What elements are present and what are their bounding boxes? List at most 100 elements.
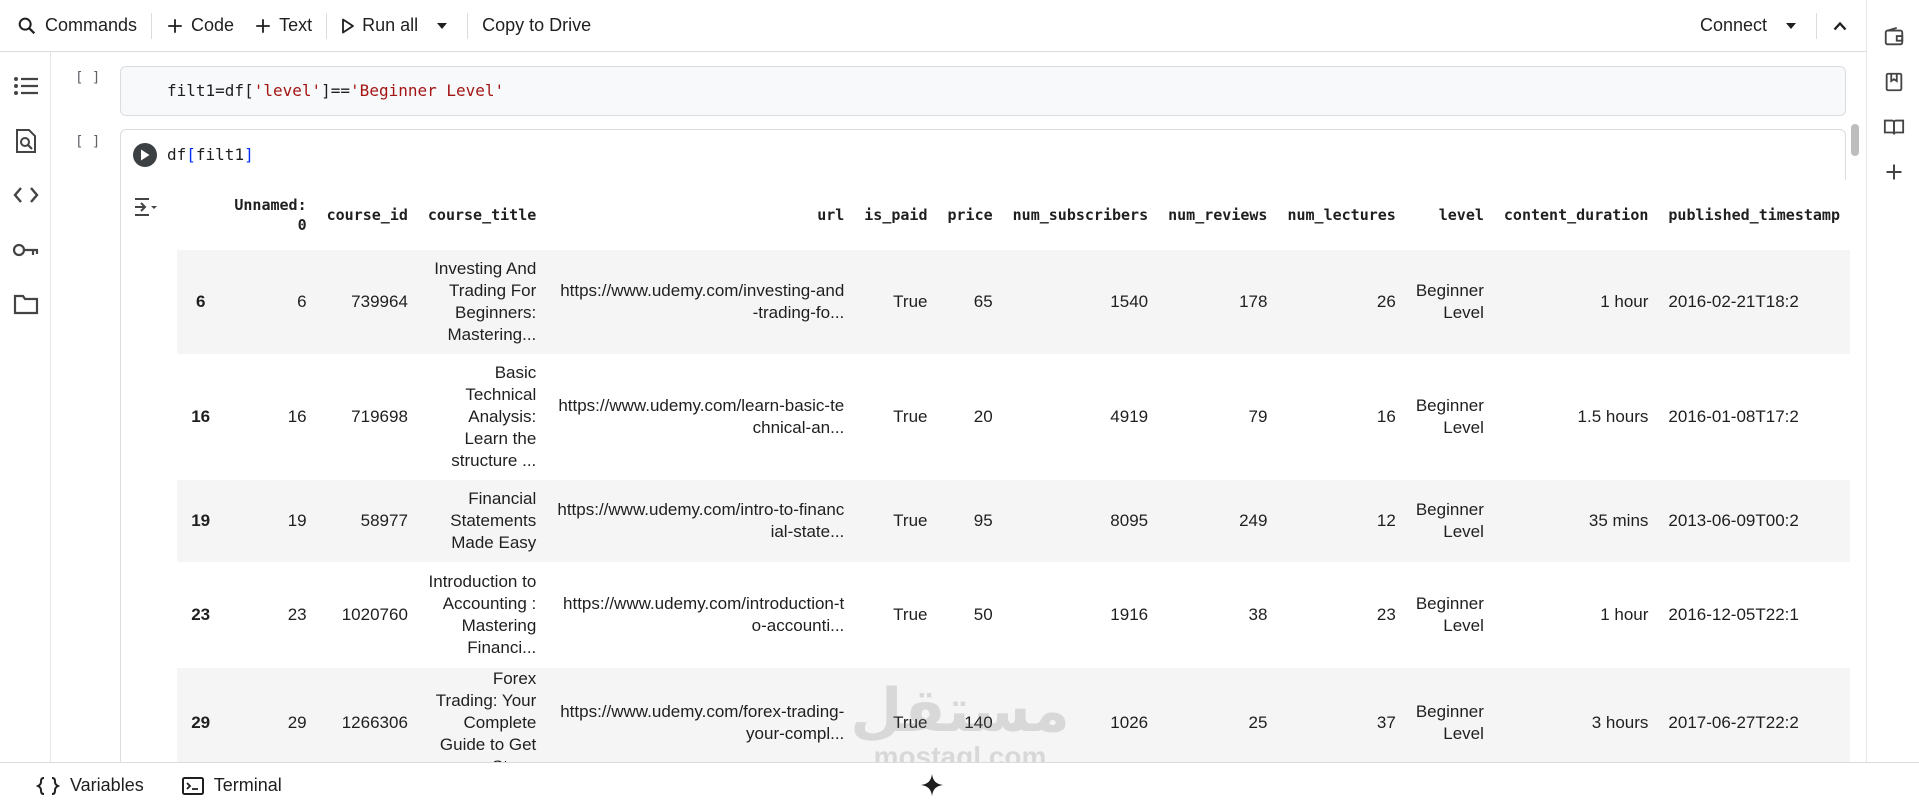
code-editor[interactable]: df[filt1] (167, 145, 254, 164)
code-snippets-button[interactable] (12, 181, 40, 209)
table-cell: 26 (1277, 250, 1406, 354)
table-row: 29 29 1266306 Forex Trading: Your Comple… (177, 668, 1850, 762)
terminal-button[interactable]: Terminal (168, 768, 296, 804)
table-row: 16 16 719698 Basic Technical Analysis: L… (177, 354, 1850, 480)
find-in-page-icon (16, 129, 36, 153)
run-all-button[interactable]: Run all (331, 8, 428, 44)
column-header: published_timestamp (1668, 206, 1840, 224)
table-cell: 95 (937, 480, 1003, 562)
table-cell: 50 (973, 605, 993, 624)
bookmark-button[interactable] (1881, 69, 1907, 95)
notebook-button[interactable] (1881, 114, 1907, 140)
table-row: 6 6 739964 Investing And Trading For Beg… (177, 250, 1850, 354)
table-cell: 2013-06-09T00:2 (1658, 480, 1850, 562)
column-header: num_lectures (1287, 206, 1396, 224)
folder-icon (13, 294, 39, 315)
list-icon (14, 77, 38, 95)
add-code-button[interactable]: Code (156, 8, 244, 44)
table-cell: https://www.udemy.com/forex-trading-your… (546, 668, 855, 762)
toolbar-divider (151, 12, 153, 39)
code-token: filt1=df[ (167, 81, 254, 100)
table-cell: 2016-02-21T18:2 (1658, 250, 1850, 354)
notebook-area: [ ] filt1=df['level']=='Beginner Level' … (52, 53, 1866, 762)
output-actions-button[interactable] (133, 196, 159, 223)
column-header: price (947, 206, 993, 224)
table-cell: https://www.udemy.com/intro-to-financial… (546, 480, 855, 562)
dataframe-table: Unnamed: 0 course_id course_title url is… (177, 180, 1850, 762)
table-cell: https://www.udemy.com/investing-and-trad… (546, 250, 855, 354)
copy-to-drive-button[interactable]: Copy to Drive (472, 8, 601, 44)
notebook-toolbar: Commands Code Text Run all Copy to Drive… (0, 0, 1866, 52)
table-cell: True (854, 250, 938, 354)
code-editor[interactable]: filt1=df['level']=='Beginner Level' (167, 81, 504, 100)
table-cell: 1 hour (1493, 250, 1659, 354)
column-header: is_paid (864, 206, 928, 224)
table-cell: 16 (287, 407, 307, 426)
add-panel-button[interactable] (1881, 159, 1907, 185)
code-token: filt1 (195, 145, 245, 164)
table-cell: 249 (1158, 480, 1278, 562)
table-cell: 3 hours (1493, 668, 1659, 762)
column-header: Unnamed: 0 (234, 196, 307, 234)
table-of-contents-button[interactable] (12, 72, 40, 100)
run-all-dropdown[interactable] (428, 8, 463, 44)
terminal-icon (181, 776, 204, 795)
cell-code-background (121, 130, 1847, 180)
find-button[interactable] (12, 127, 40, 155)
column-header: num_subscribers (1012, 206, 1149, 224)
table-row: 19 19 58977 Financial Statements Made Ea… (177, 480, 1850, 562)
code-token-bracket: ] (244, 145, 254, 164)
table-cell: Beginner Level (1405, 480, 1494, 562)
column-header: content_duration (1503, 206, 1649, 224)
wallet-button[interactable] (1881, 24, 1907, 50)
connect-dropdown[interactable] (1777, 8, 1812, 44)
caret-down-icon (1786, 22, 1796, 29)
table-cell: True (893, 605, 928, 624)
caret-down-icon (437, 22, 448, 29)
bookmark-icon (1885, 72, 1903, 92)
gemini-button[interactable] (920, 773, 944, 802)
variables-label: Variables (70, 775, 144, 795)
copy-to-drive-label: Copy to Drive (482, 15, 592, 35)
row-index: 29 (177, 668, 225, 762)
table-cell: 739964 (316, 250, 418, 354)
files-button[interactable] (12, 290, 40, 318)
row-index: 19 (177, 480, 225, 562)
connect-button[interactable]: Connect (1690, 8, 1777, 44)
table-cell: 2017-06-27T22:2 (1658, 668, 1850, 762)
table-cell: 37 (1277, 668, 1406, 762)
run-cell-button[interactable] (133, 143, 157, 167)
terminal-label: Terminal (213, 775, 282, 795)
table-cell: 6 (224, 250, 317, 354)
table-cell: True (893, 407, 928, 426)
right-side-panel (1866, 0, 1919, 808)
add-text-button[interactable]: Text (244, 8, 322, 44)
column-header: course_title (427, 206, 537, 224)
table-cell: Beginner Level (1405, 668, 1494, 762)
play-icon (141, 149, 150, 161)
collapse-button[interactable] (1821, 8, 1866, 44)
table-cell: 29 (224, 668, 317, 762)
table-cell: 1266306 (316, 668, 418, 762)
commands-button[interactable]: Commands (6, 8, 147, 44)
table-cell: 35 mins (1493, 480, 1659, 562)
table-row: 23 23 1020760 Introduction to Accounting… (177, 562, 1850, 668)
table-cell: 8095 (1002, 480, 1159, 562)
table-cell: 4919 (1110, 407, 1149, 426)
column-header: url (817, 206, 845, 224)
vertical-scrollbar[interactable] (1851, 124, 1859, 156)
table-header-row: Unnamed: 0 course_id course_title url is… (177, 180, 1850, 250)
cell-execution-count: [ ] (75, 134, 101, 150)
bottom-bar: Variables Terminal (0, 762, 1919, 808)
table-cell: 16 (1376, 407, 1396, 426)
variables-button[interactable]: Variables (22, 768, 158, 804)
play-icon (342, 18, 354, 33)
table-cell: 23 (1376, 605, 1396, 624)
table-cell: 2016-12-05T22:1 (1668, 605, 1799, 624)
table-cell: Beginner Level (1405, 250, 1494, 354)
secrets-button[interactable] (12, 236, 40, 264)
code-cell[interactable]: filt1=df['level']=='Beginner Level' (120, 66, 1846, 116)
table-cell: 38 (1248, 605, 1268, 624)
add-text-label: Text (279, 15, 313, 35)
table-cell: Beginner Level (1415, 396, 1484, 437)
